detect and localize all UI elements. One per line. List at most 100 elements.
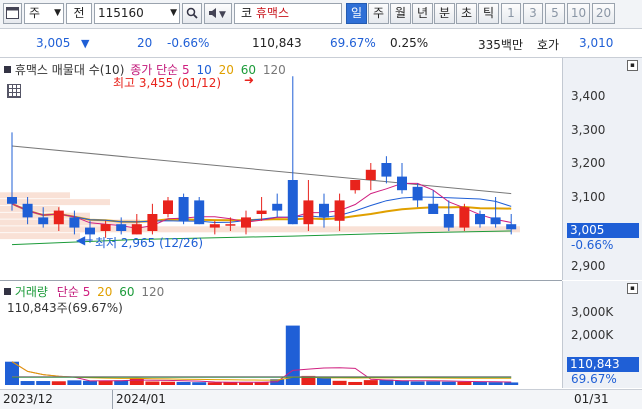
- vol-ma5-line: [11, 361, 512, 383]
- last-change-label: -0.66%: [571, 238, 614, 252]
- volume-bar: [504, 382, 519, 385]
- period-tab-1[interactable]: 주: [368, 3, 389, 24]
- candle-body: [163, 200, 173, 214]
- candle-body: [334, 200, 345, 221]
- candle-body: [506, 224, 517, 230]
- candle-body: [22, 203, 33, 218]
- volume-bar: [161, 381, 175, 385]
- trade-amount: 335백만: [478, 38, 523, 52]
- interval-button-3[interactable]: 3: [523, 3, 543, 24]
- toolbar: 주 ▼ 전 115160 ▼ ▼ 코 휴맥스 일주월년분초틱 1 3 5 10 20: [0, 0, 642, 29]
- candle-body: [397, 176, 407, 191]
- type-select[interactable]: 전: [66, 3, 92, 24]
- volume-axis: 3,000K 2,000K 110,843 69.67% ▪: [562, 281, 642, 388]
- candle-body: [459, 207, 470, 228]
- volume-bar: [488, 382, 503, 385]
- volume-chart-area[interactable]: 거래량 단순 5 20 60 120 110,843주(69.67%): [0, 281, 562, 388]
- interval-button-20[interactable]: 20: [592, 3, 615, 24]
- volume-legend: 거래량 단순 5 20 60 120: [4, 283, 164, 300]
- volume-bar: [441, 381, 456, 385]
- candle-body: [100, 224, 111, 231]
- candle-body: [38, 217, 49, 225]
- period-tab-2[interactable]: 월: [390, 3, 411, 24]
- volume-bar: [410, 381, 425, 385]
- candle-body: [256, 210, 267, 214]
- candle-body: [194, 200, 205, 225]
- candle-body: [7, 197, 17, 204]
- stock-code-input[interactable]: 115160 ▼: [94, 3, 180, 24]
- ma120-line: [11, 145, 512, 195]
- stock-name-field[interactable]: 코 휴맥스: [234, 3, 342, 24]
- candle-body: [303, 200, 314, 225]
- candle-body: [319, 203, 329, 218]
- current-volume-label: 110,843주(69.67%): [7, 301, 123, 315]
- ask-label: 호가: [537, 38, 560, 52]
- volume-bar: [129, 378, 144, 385]
- volume-bar: [192, 382, 207, 385]
- ask-price: 3,010: [579, 36, 614, 50]
- volume-value: 110,843: [252, 36, 302, 50]
- candle-body: [116, 224, 127, 231]
- market-select[interactable]: 주 ▼: [24, 3, 64, 24]
- volume-bar: [426, 381, 441, 385]
- last-volume-tag: 110,843: [567, 357, 639, 372]
- candle-body: [272, 203, 283, 211]
- date-divider: [112, 390, 113, 409]
- speaker-icon: ▼: [209, 8, 226, 20]
- menu-icon[interactable]: ▪: [627, 283, 638, 294]
- volume-profile-bar: [0, 233, 80, 240]
- volume-bar: [363, 380, 378, 385]
- menu-icon[interactable]: ▪: [627, 60, 638, 71]
- period-tab-3[interactable]: 년: [412, 3, 433, 24]
- sound-button[interactable]: ▼: [204, 3, 232, 24]
- price-chart-area[interactable]: 휴맥스 매물대 수(10) 종가 단순 5 10 20 60 120 최고 3,…: [0, 58, 562, 281]
- volume-bar: [67, 380, 82, 385]
- period-tab-4[interactable]: 분: [434, 3, 455, 24]
- candle-body: [147, 214, 158, 231]
- period-tab-0[interactable]: 일: [346, 3, 367, 24]
- last-volume-pct: 69.67%: [571, 372, 617, 386]
- chevron-down-icon: ▼: [54, 8, 61, 18]
- volume-bar: [473, 381, 487, 385]
- current-price: 3,005: [36, 36, 71, 50]
- low-arrow-icon: ◀─: [76, 233, 93, 247]
- candle-body: [241, 217, 251, 228]
- volume-bar: [223, 382, 238, 385]
- period-tab-5[interactable]: 초: [456, 3, 477, 24]
- candle-body: [287, 180, 298, 225]
- candle-body: [178, 197, 189, 221]
- search-button[interactable]: [182, 3, 202, 24]
- high-arrow-icon: ➜: [244, 73, 255, 87]
- last-price-tag: 3,005: [567, 223, 639, 238]
- interval-button-5[interactable]: 5: [545, 3, 565, 24]
- search-icon: [186, 7, 198, 19]
- volume-bar: [317, 377, 331, 385]
- window-icon[interactable]: [3, 3, 22, 24]
- quote-line: 3,005 ▼ 20 -0.66% 110,843 69.67% 0.25% 3…: [0, 29, 642, 58]
- candle-body: [412, 186, 423, 201]
- price-axis: 3,400 3,300 3,200 3,100 2,900 3,005 -0.6…: [562, 58, 642, 280]
- volume-bar: [20, 381, 35, 385]
- volume-bar: [83, 380, 97, 385]
- interval-button-10[interactable]: 10: [567, 3, 590, 24]
- period-tab-6[interactable]: 틱: [478, 3, 499, 24]
- interval-button-1[interactable]: 1: [501, 3, 521, 24]
- grid-icon[interactable]: [7, 84, 21, 98]
- chevron-down-icon: ▼: [170, 8, 177, 18]
- candle-body: [381, 163, 392, 177]
- candle-body: [131, 224, 142, 235]
- svg-text:▼: ▼: [219, 10, 226, 19]
- candle-body: [209, 224, 220, 228]
- candle-body: [443, 214, 454, 228]
- volume-bar: [145, 381, 160, 385]
- candle-body: [69, 217, 80, 228]
- volume-ratio: 69.67%: [330, 36, 376, 50]
- volume-bar: [36, 381, 51, 385]
- down-arrow-icon: ▼: [81, 37, 90, 50]
- price-change: 20: [137, 36, 153, 50]
- volume-bar: [285, 325, 300, 385]
- volume-bar: [207, 382, 222, 385]
- candle-body: [365, 169, 376, 180]
- candle-body: [475, 214, 485, 225]
- change-percent: -0.66%: [167, 36, 210, 50]
